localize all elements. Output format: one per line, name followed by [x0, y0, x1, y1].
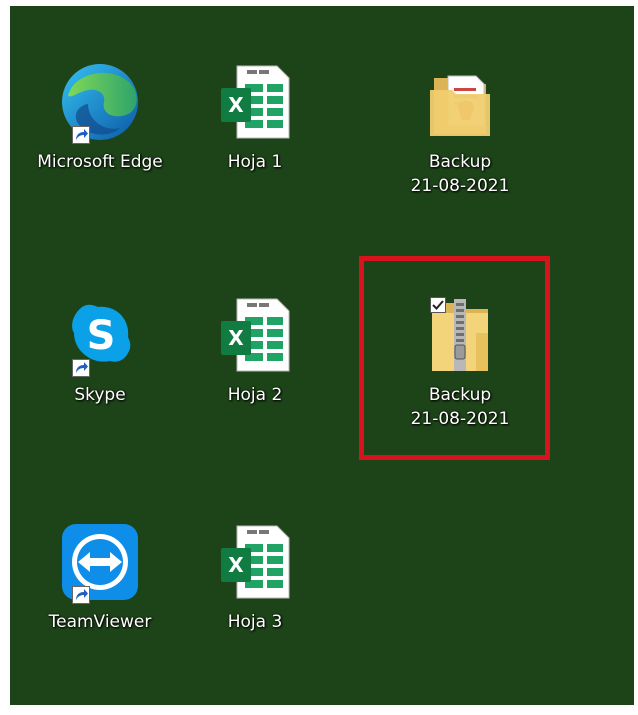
- teamviewer-icon: [50, 516, 150, 608]
- highlight-box: [359, 256, 550, 460]
- desktop-icon-hoja-2[interactable]: X Hoja 2: [170, 289, 340, 407]
- skype-icon: S: [50, 289, 150, 381]
- desktop-icon-backup-folder[interactable]: Backup 21-08-2021: [375, 56, 545, 198]
- svg-text:S: S: [87, 313, 116, 359]
- icon-label: Microsoft Edge: [37, 152, 163, 172]
- shortcut-arrow-icon: [72, 359, 90, 377]
- icon-label: TeamViewer: [48, 612, 152, 632]
- desktop-icon-skype[interactable]: S Skype: [15, 289, 185, 407]
- excel-file-icon: X: [205, 289, 305, 381]
- edge-icon: [50, 56, 150, 148]
- icon-label: Hoja 1: [227, 152, 283, 172]
- desktop-icon-hoja-3[interactable]: X Hoja 3: [170, 516, 340, 634]
- shortcut-arrow-icon: [72, 586, 90, 604]
- icon-label: Skype: [74, 385, 126, 405]
- icon-label: Hoja 3: [227, 612, 283, 632]
- excel-file-icon: X: [205, 516, 305, 608]
- desktop-icon-hoja-1[interactable]: X Hoja 1: [170, 56, 340, 174]
- icon-label: Backup 21-08-2021: [410, 152, 510, 196]
- svg-text:X: X: [228, 553, 244, 577]
- desktop: Microsoft Edge X Hoja 1 Backup 21-08-202…: [10, 6, 634, 705]
- desktop-icon-teamviewer[interactable]: TeamViewer: [15, 516, 185, 634]
- svg-text:X: X: [228, 93, 244, 117]
- excel-file-icon: X: [205, 56, 305, 148]
- shortcut-arrow-icon: [72, 126, 90, 144]
- icon-label: Hoja 2: [227, 385, 283, 405]
- folder-icon: [410, 56, 510, 148]
- svg-text:X: X: [228, 326, 244, 350]
- desktop-icon-microsoft-edge[interactable]: Microsoft Edge: [15, 56, 185, 174]
